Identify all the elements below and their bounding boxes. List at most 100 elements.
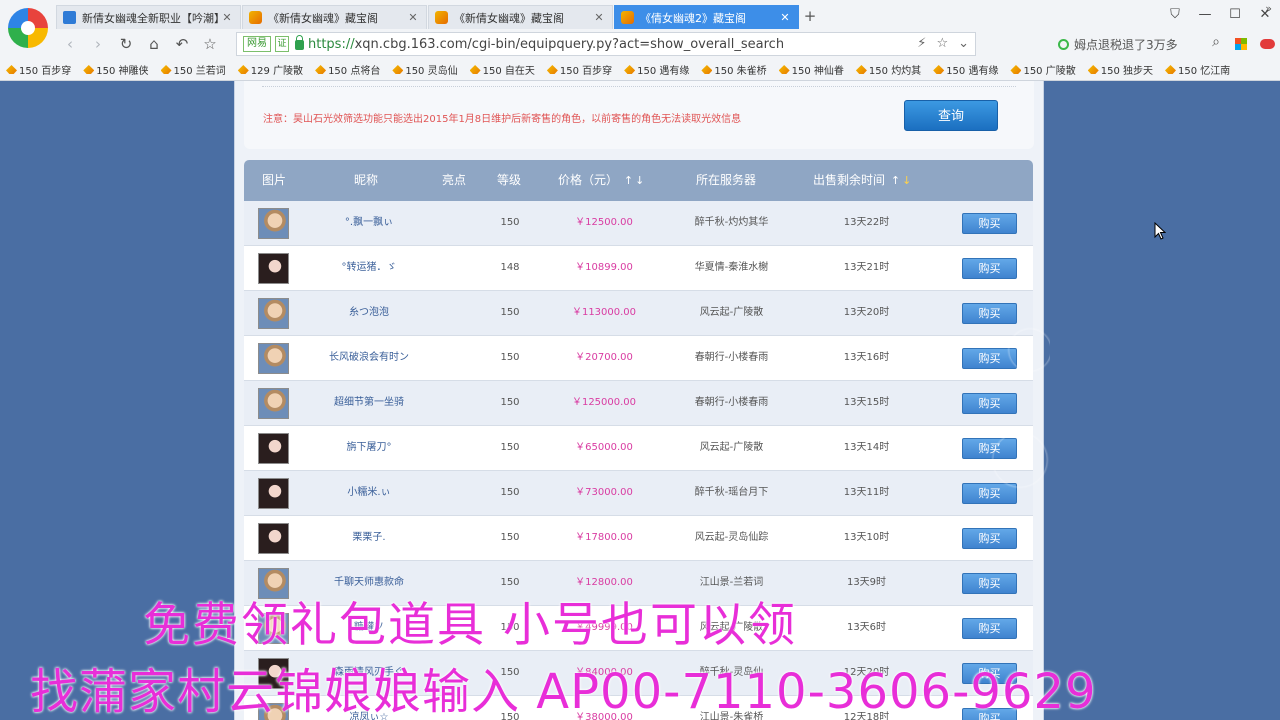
address-bar[interactable]: 网易 证 https://xqn.cbg.163.com/cgi-bin/equ… xyxy=(236,32,976,56)
home-icon[interactable]: ⌂ xyxy=(140,31,168,57)
bookmark-item[interactable]: 150 广陵散 xyxy=(1010,62,1076,77)
browser-tab-4[interactable]: 《倩女幽魂2》藏宝阁 ✕ xyxy=(614,5,799,29)
game-bookmark-icon xyxy=(237,65,249,74)
bookmark-item[interactable]: 150 灼灼其 xyxy=(855,62,921,77)
apps-icon[interactable] xyxy=(1228,31,1254,57)
lightning-icon[interactable]: ⚡ xyxy=(917,36,926,51)
bookmark-item[interactable]: 150 忆江南 xyxy=(1164,62,1230,77)
price-sort-up-icon[interactable]: ↑ xyxy=(624,174,633,187)
character-avatar[interactable] xyxy=(258,343,289,374)
buy-button[interactable]: 购买 xyxy=(962,258,1017,279)
minimize-icon[interactable]: — xyxy=(1190,0,1220,30)
undo-icon[interactable]: ↶ xyxy=(168,31,196,57)
bookmark-label: 150 灵岛仙 xyxy=(405,66,458,77)
character-avatar[interactable] xyxy=(258,523,289,554)
bookmarks-bar: 150 百步穿 150 神雕侠 150 兰若词 129 广陵散 150 点将台 150 灵… xyxy=(0,59,1280,80)
character-level: 150 xyxy=(500,532,520,543)
tab-close-icon[interactable]: ✕ xyxy=(220,11,234,24)
browser-logo-icon[interactable] xyxy=(8,8,48,48)
character-avatar[interactable] xyxy=(258,433,289,464)
character-price: ￥113000.00 xyxy=(571,307,637,318)
url-text[interactable]: https://xqn.cbg.163.com/cgi-bin/equipque… xyxy=(308,37,784,52)
bookmark-item[interactable]: 150 独步天 xyxy=(1087,62,1153,77)
bookmark-item[interactable]: 150 自在天 xyxy=(469,62,535,77)
character-avatar[interactable] xyxy=(258,388,289,419)
bookmark-item[interactable]: 150 神仙眷 xyxy=(778,62,844,77)
header-highlight: 亮点 xyxy=(442,173,467,187)
character-nickname[interactable]: 小糯米.ぃ xyxy=(304,471,434,515)
table-row: 超细节第一坐骑 150 ￥125000.00 春朝行-小楼春雨 13天15时 购买 xyxy=(244,381,1033,426)
character-nickname[interactable]: 长风破浪会有时ン xyxy=(304,336,434,380)
lock-icon xyxy=(295,35,304,50)
browser-tab-1[interactable]: 新倩女幽魂全新职业【吟潮】上✕ xyxy=(56,5,241,29)
character-nickname[interactable]: 超细节第一坐骑 xyxy=(304,381,434,425)
bookmark-label: 150 点将台 xyxy=(328,66,381,77)
buy-button[interactable]: 购买 xyxy=(962,573,1017,594)
table-row: 旃下屠刀° 150 ￥65000.00 风云起-广陵散 13天14时 购买 xyxy=(244,426,1033,471)
character-avatar[interactable] xyxy=(258,253,289,284)
header-image: 图片 xyxy=(262,173,287,187)
search-box[interactable]: 姆点退税退了3万多 ⌕ xyxy=(1052,32,1224,56)
skin-icon[interactable]: ⛉ xyxy=(1160,0,1190,30)
query-button[interactable]: 查询 xyxy=(904,100,998,131)
character-level: 150 xyxy=(500,487,520,498)
bookmark-item[interactable]: 150 百步穿 xyxy=(546,62,613,77)
maximize-icon[interactable]: ☐ xyxy=(1220,0,1250,30)
bookmark-label: 150 百步穿 xyxy=(19,66,72,77)
time-sort-up-icon[interactable]: ↑ xyxy=(891,174,900,187)
character-avatar[interactable] xyxy=(258,478,289,509)
character-server: 华夏情-秦淮水榭 xyxy=(694,262,769,273)
table-row: 糸つ泡泡 150 ￥113000.00 风云起-广陵散 13天20时 购买 xyxy=(244,291,1033,336)
time-sort-down-icon[interactable]: ↓ xyxy=(902,174,911,187)
bookmark-item[interactable]: 150 朱雀桥 xyxy=(701,62,767,77)
bookmark-item[interactable]: 150 灵岛仙 xyxy=(392,62,458,77)
bookmark-item[interactable]: 150 遇有缘 xyxy=(624,62,689,77)
character-price: ￥125000.00 xyxy=(571,397,637,408)
bookmark-item[interactable]: 150 点将台 xyxy=(315,62,380,77)
character-nickname[interactable]: °转运猪．ゞ xyxy=(304,246,434,290)
game-bookmark-icon xyxy=(315,65,327,74)
new-tab-icon[interactable]: + xyxy=(800,5,820,29)
dropdown-icon[interactable]: ⌄ xyxy=(958,36,969,51)
buy-button[interactable]: 购买 xyxy=(962,213,1017,234)
game-icon[interactable] xyxy=(1254,31,1280,57)
forward-icon[interactable]: › xyxy=(84,31,112,57)
price-sort-down-icon[interactable]: ↓ xyxy=(635,174,644,187)
character-nickname[interactable]: 旃下屠刀° xyxy=(304,426,434,470)
bookmarks-more-icon[interactable]: » xyxy=(1265,2,1272,15)
game-bookmark-icon xyxy=(701,65,713,74)
reload-icon[interactable]: ↻ xyxy=(112,31,140,57)
bookmark-label: 150 百步穿 xyxy=(559,66,613,77)
bookmark-item[interactable]: 129 广陵散 xyxy=(237,62,303,77)
tab-close-icon[interactable]: ✕ xyxy=(592,11,606,24)
browser-tab-2[interactable]: 《新倩女幽魂》藏宝阁 ✕ xyxy=(242,5,427,29)
url-scheme: https:// xyxy=(308,36,355,52)
character-nickname[interactable]: 糸つ泡泡 xyxy=(304,291,434,335)
table-row: 栗栗子. 150 ￥17800.00 风云起-灵岛仙踪 13天10时 购买 xyxy=(244,516,1033,561)
bookmark-star-icon[interactable]: ☆ xyxy=(936,36,948,51)
search-icon[interactable]: ⌕ xyxy=(1212,34,1220,50)
character-level: 148 xyxy=(500,262,520,273)
tab-close-icon[interactable]: ✕ xyxy=(406,11,420,24)
buy-button[interactable]: 购买 xyxy=(962,618,1017,639)
character-price: ￥73000.00 xyxy=(575,487,633,498)
character-avatar[interactable] xyxy=(258,208,289,239)
tab-favicon-icon xyxy=(435,11,448,24)
character-nickname[interactable]: °.飘一飘ぃ xyxy=(304,201,434,245)
character-nickname[interactable]: 栗栗子. xyxy=(304,516,434,560)
bookmark-item[interactable]: 150 遇有缘 xyxy=(933,62,998,77)
favorite-star-icon[interactable]: ☆ xyxy=(196,31,224,57)
bookmark-item[interactable]: 150 神雕侠 xyxy=(83,62,149,77)
browser-tab-3[interactable]: 《新倩女幽魂》藏宝阁 ✕ xyxy=(428,5,613,29)
back-icon[interactable]: ‹ xyxy=(56,31,84,57)
table-row: 长风破浪会有时ン 150 ￥20700.00 春朝行-小楼春雨 13天16时 购买 xyxy=(244,336,1033,381)
bookmark-item[interactable]: 150 兰若词 xyxy=(160,62,226,77)
browser-chrome: 新倩女幽魂全新职业【吟潮】上✕《新倩女幽魂》藏宝阁✕《新倩女幽魂》藏宝阁✕《倩女… xyxy=(0,0,1280,81)
character-avatar[interactable] xyxy=(258,298,289,329)
bookmark-label: 150 广陵散 xyxy=(1023,66,1076,77)
tab-close-icon[interactable]: ✕ xyxy=(778,11,792,24)
bookmark-item[interactable]: 150 百步穿 xyxy=(6,62,71,77)
character-price: ￥10899.00 xyxy=(575,262,633,273)
table-header: 图片 昵称 亮点 等级 价格（元） ↑ ↓ 所在服务器 出售剩余时间 ↑ ↓ xyxy=(244,160,1033,201)
tab-title: 新倩女幽魂全新职业【吟潮】上 xyxy=(82,11,220,25)
